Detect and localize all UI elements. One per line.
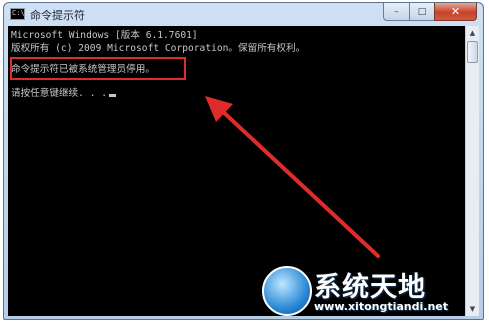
watermark: 系统天地 www.xitongtiandi.net: [262, 262, 487, 322]
watermark-logo-icon: [262, 266, 312, 316]
arrow-shaft: [218, 107, 380, 258]
watermark-title: 系统天地: [314, 272, 426, 303]
watermark-url: www.xitongtiandi.net: [314, 300, 449, 313]
